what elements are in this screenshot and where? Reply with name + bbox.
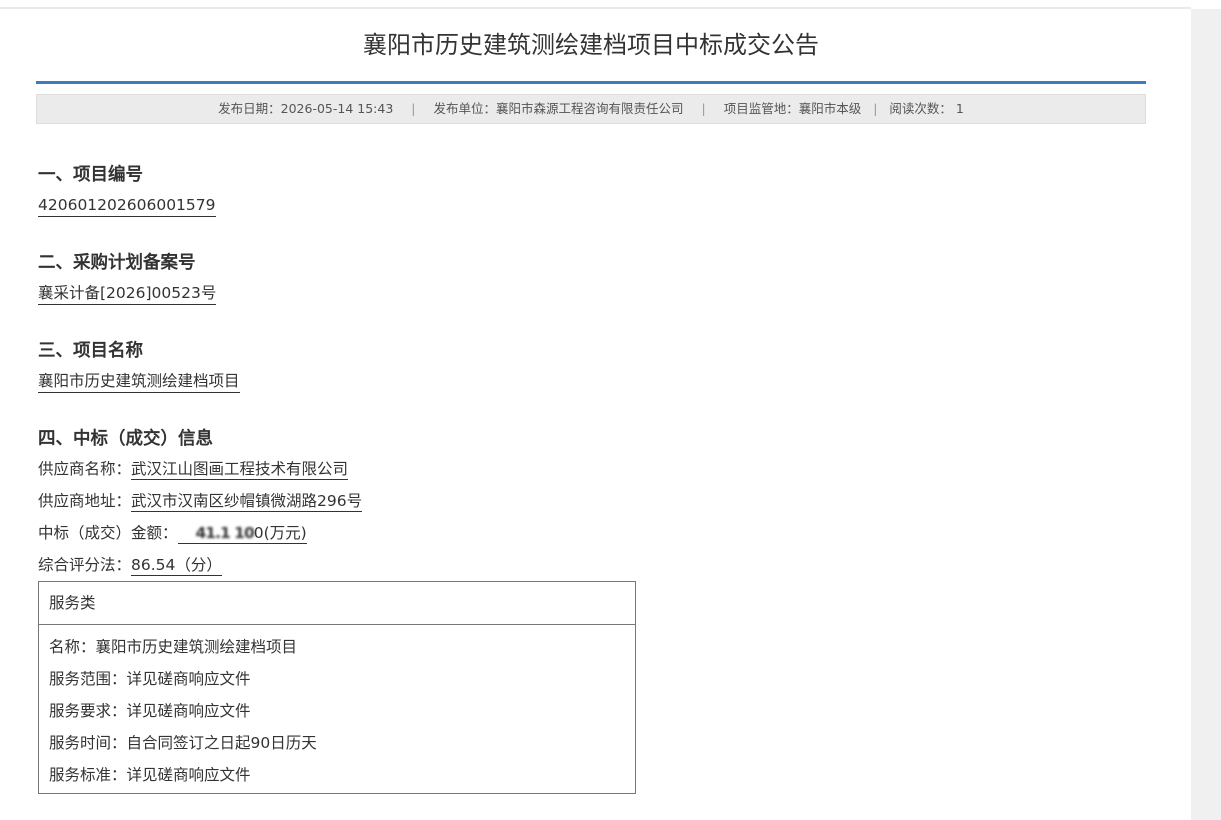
supplier-address-label: 供应商地址： [38, 492, 132, 510]
score-value: 86.54（分） [131, 556, 222, 576]
supplier-address: 武汉市汉南区纱帽镇微湖路296号 [131, 492, 363, 512]
plan-record-number[interactable]: 襄采计备[2026]00523号 [38, 283, 217, 305]
view-count: 阅读次数： 1 [889, 101, 964, 116]
project-number[interactable]: 420601202606001579 [38, 195, 216, 217]
section-heading-bid-info: 四、中标（成交）信息 [38, 429, 213, 449]
supplier-name-row: 供应商名称：武汉江山图画工程技术有限公司 [38, 459, 349, 480]
supervision-location: 项目监管地：襄阳市本级 [723, 101, 862, 116]
section-heading-plan-number: 二、采购计划备案号 [38, 253, 196, 273]
score-label: 综合评分法： [38, 556, 132, 574]
section-heading-project-name: 三、项目名称 [38, 341, 143, 361]
bid-amount-obscured: 41.1 10 [195, 524, 255, 542]
service-standard: 服务标准：详见磋商响应文件 [49, 766, 251, 784]
scrollbar[interactable] [1191, 9, 1221, 820]
service-requirement: 服务要求：详见磋商响应文件 [49, 702, 251, 720]
supplier-name: 武汉江山图画工程技术有限公司 [131, 460, 349, 480]
meta-separator: | [411, 101, 416, 116]
supplier-address-row: 供应商地址：武汉市汉南区纱帽镇微湖路296号 [38, 491, 363, 512]
publisher: 发布单位：襄阳市森源工程咨询有限责任公司 [433, 101, 684, 116]
service-scope: 服务范围：详见磋商响应文件 [49, 670, 251, 688]
score-row: 综合评分法：86.54（分） [38, 555, 222, 576]
bid-amount: 41.1 100(万元) [177, 524, 307, 544]
meta-separator: | [873, 101, 878, 116]
publish-date: 发布日期：2026-05-14 15:43 [218, 101, 394, 116]
bid-amount-label: 中标（成交）金额： [38, 524, 178, 542]
service-duration: 服务时间：自合同签订之日起90日历天 [49, 734, 317, 752]
service-table: 服务类 名称：襄阳市历史建筑测绘建档项目 服务范围：详见磋商响应文件 服务要求：… [38, 581, 636, 794]
page-title: 襄阳市历史建筑测绘建档项目中标成交公告 [36, 9, 1146, 84]
bid-amount-suffix: 0(万元) [253, 524, 307, 542]
supplier-name-label: 供应商名称： [38, 460, 132, 478]
meta-bar: 发布日期：2026-05-14 15:43 | 发布单位：襄阳市森源工程咨询有限… [36, 94, 1146, 124]
section-heading-project-number: 一、项目编号 [38, 165, 143, 185]
service-category: 服务类 [39, 582, 635, 625]
bid-amount-row: 中标（成交）金额： 41.1 100(万元) [38, 523, 307, 544]
service-name: 名称：襄阳市历史建筑测绘建档项目 [49, 638, 298, 656]
announcement: 襄阳市历史建筑测绘建档项目中标成交公告 发布日期：2026-05-14 15:4… [36, 9, 1146, 794]
service-details: 名称：襄阳市历史建筑测绘建档项目 服务范围：详见磋商响应文件 服务要求：详见磋商… [39, 625, 635, 791]
meta-separator: | [701, 101, 706, 116]
project-name[interactable]: 襄阳市历史建筑测绘建档项目 [38, 371, 240, 393]
